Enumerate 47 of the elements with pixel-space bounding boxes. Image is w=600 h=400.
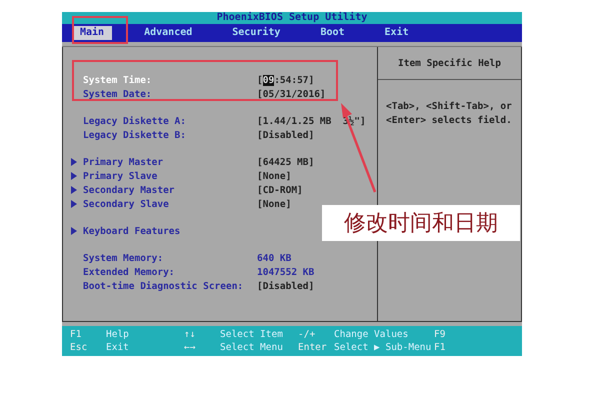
setting-label[interactable]: Secondary Master bbox=[83, 184, 257, 196]
setting-label[interactable]: Keyboard Features bbox=[83, 226, 257, 236]
menu-tab[interactable]: Advanced bbox=[136, 26, 200, 40]
setting-label[interactable]: Extended Memory: bbox=[83, 266, 257, 278]
key-name: F1 bbox=[70, 328, 82, 341]
setting-label[interactable]: System Date: bbox=[83, 88, 257, 100]
key-name: F9 bbox=[434, 328, 446, 341]
help-text: <Tab>, <Shift-Tab>, or <Enter> selects field. bbox=[385, 100, 513, 128]
setting-value: [05/31/2016] bbox=[257, 88, 326, 100]
menu-tab[interactable]: Main bbox=[72, 26, 112, 40]
setting-value: [CD-ROM] bbox=[257, 184, 303, 196]
key-description: Help bbox=[106, 328, 130, 341]
setting-label[interactable]: Boot-time Diagnostic Screen: bbox=[83, 280, 257, 292]
setting-value: [Disabled] bbox=[257, 280, 314, 292]
key-description: Select ▶ Sub-Menu bbox=[334, 341, 432, 354]
highlight-frame bbox=[72, 16, 128, 44]
annotation-caption: 修改时间和日期 bbox=[322, 205, 520, 241]
key-name: ↑↓ bbox=[184, 328, 196, 341]
key-name: Esc bbox=[70, 341, 88, 354]
key-name: ←→ bbox=[184, 341, 196, 354]
menu-tab[interactable]: Exit bbox=[376, 26, 417, 40]
bios-title: PhoenixBIOS Setup Utility bbox=[62, 12, 522, 24]
setting-value: [Disabled] bbox=[257, 130, 314, 140]
setting-value: [09:54:57] bbox=[257, 74, 314, 86]
menu-tab[interactable]: Security bbox=[224, 26, 288, 40]
key-name: -/+ bbox=[298, 328, 316, 341]
setting-value: [None] bbox=[257, 198, 292, 210]
submenu-arrow-icon bbox=[71, 227, 77, 235]
key-description: Select Menu bbox=[220, 341, 284, 354]
setting-label[interactable]: System Time: bbox=[83, 74, 257, 86]
key-name: F1 bbox=[434, 341, 446, 354]
setting-value: 1047552 KB bbox=[257, 266, 314, 278]
setting-label[interactable]: Secondary Slave bbox=[83, 198, 257, 210]
setting-label[interactable]: Primary Slave bbox=[83, 170, 257, 182]
setting-label[interactable]: Legacy Diskette B: bbox=[83, 130, 257, 140]
setting-value: [64425 MB] bbox=[257, 156, 314, 168]
setting-label[interactable]: System Memory: bbox=[83, 252, 257, 264]
setting-value: [None] bbox=[257, 170, 292, 182]
help-title: Item Specific Help bbox=[378, 47, 521, 80]
menu-tab[interactable]: Boot bbox=[312, 26, 353, 40]
setting-label[interactable]: Legacy Diskette A: bbox=[83, 116, 257, 126]
key-description: Exit bbox=[106, 341, 130, 354]
key-description: Select Item bbox=[220, 328, 284, 341]
key-description: Change Values bbox=[334, 328, 410, 341]
setting-label[interactable]: Primary Master bbox=[83, 156, 257, 168]
setting-value: 640 KB bbox=[257, 252, 292, 264]
key-name: Enter bbox=[298, 341, 328, 354]
